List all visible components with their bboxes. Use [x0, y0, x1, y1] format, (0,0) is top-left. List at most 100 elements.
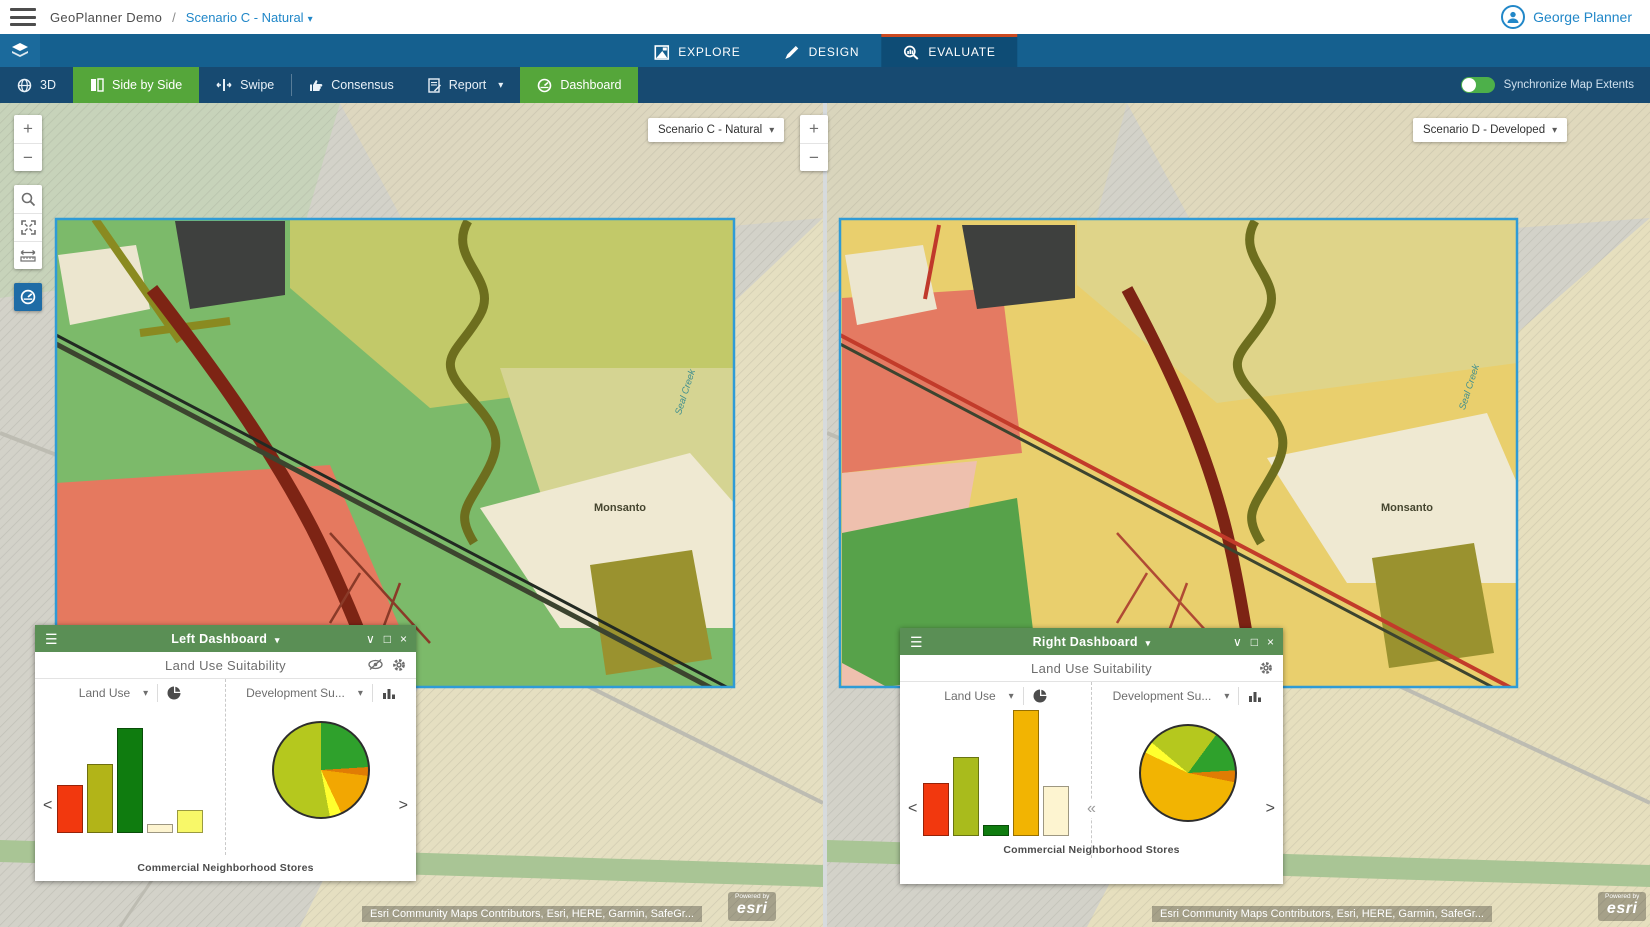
left-map-tools: + − [14, 115, 42, 311]
bar-chart-icon[interactable] [382, 687, 396, 700]
zoom-out-button[interactable]: − [14, 143, 42, 171]
tab-evaluate[interactable]: EVALUATE [881, 34, 1017, 67]
bar-segment-2 [117, 728, 143, 833]
maximize-icon[interactable]: □ [384, 633, 391, 645]
explore-icon [654, 45, 669, 60]
chevron-down-icon: ▾ [769, 125, 774, 136]
widget-selector[interactable]: Land Use [944, 689, 995, 703]
right-map-tools: + − [800, 115, 828, 185]
panel-menu-icon[interactable]: ☰ [45, 632, 58, 646]
zoom-in-button[interactable]: + [14, 115, 42, 143]
close-icon[interactable]: × [1267, 636, 1274, 648]
left-esri-logo: Powered byesri [728, 892, 776, 921]
pie-chart-icon[interactable] [167, 686, 181, 700]
person-icon [1506, 10, 1520, 24]
chevron-down-icon[interactable]: ▾ [143, 688, 148, 699]
widget-title-row: Land Use Suitability [900, 655, 1283, 682]
page-right-arrow[interactable]: > [399, 797, 408, 815]
chevron-down-icon[interactable]: ▾ [1009, 691, 1014, 702]
report-icon [428, 78, 441, 93]
dashboard-button[interactable]: Dashboard [520, 67, 638, 103]
app-title: GeoPlanner Demo [50, 10, 162, 25]
swipe-button[interactable]: Swipe [199, 67, 291, 103]
page-right-arrow[interactable]: > [1266, 800, 1275, 818]
extent-arrows-icon [21, 220, 36, 235]
collapse-icon[interactable]: ∨ [366, 633, 375, 645]
right-map-attribution: Esri Community Maps Contributors, Esri, … [1152, 906, 1492, 922]
page-left-arrow[interactable]: < [43, 797, 52, 815]
bar-segment-0 [923, 783, 949, 836]
3d-button[interactable]: 3D [0, 67, 73, 103]
gauge-icon [20, 289, 36, 305]
maximize-icon[interactable]: □ [1251, 636, 1258, 648]
widget-selector[interactable]: Development Su... [1113, 689, 1212, 703]
bar-chart-icon[interactable] [1248, 690, 1262, 703]
measure-button[interactable] [14, 241, 42, 269]
measure-icon [20, 249, 36, 262]
search-button[interactable] [14, 185, 42, 213]
chevron-down-icon: ▾ [1146, 638, 1151, 648]
right-esri-logo: Powered byesri [1598, 892, 1646, 921]
side-by-side-button[interactable]: Side by Side [73, 67, 199, 103]
bar-segment-4 [1043, 786, 1069, 836]
side-by-side-icon [90, 78, 104, 92]
bar-segment-3 [147, 824, 173, 833]
widget-title: Land Use Suitability [35, 658, 416, 673]
widget-selector[interactable]: Land Use [79, 686, 130, 700]
menu-icon[interactable] [10, 8, 36, 26]
zoom-in-button[interactable]: + [800, 115, 828, 143]
panel-menu-icon[interactable]: ☰ [910, 635, 923, 649]
chart-caption: Commercial Neighborhood Stores [900, 844, 1283, 856]
consensus-button[interactable]: Consensus [292, 67, 411, 103]
evaluate-magnifier-icon [903, 45, 919, 60]
close-icon[interactable]: × [400, 633, 407, 645]
gauge-icon [537, 78, 552, 93]
chevron-down-icon[interactable]: ▾ [1224, 691, 1229, 702]
chevron-down-icon: ▾ [1552, 125, 1557, 136]
chevron-down-icon: ▾ [275, 635, 280, 645]
zoom-out-button[interactable]: − [800, 143, 828, 171]
page-left-arrow[interactable]: < [908, 800, 917, 818]
right-dashboard-header[interactable]: ☰ Right Dashboard ▾ ∨ □ × [900, 628, 1283, 655]
top-bar: GeoPlanner Demo / Scenario C - Natural▾ … [0, 0, 1650, 34]
widget-title: Land Use Suitability [900, 661, 1283, 676]
map-split-divider[interactable] [823, 103, 827, 927]
collapse-icon[interactable]: ∨ [1233, 636, 1242, 648]
right-scenario-selector[interactable]: Scenario D - Developed▾ [1413, 118, 1567, 142]
land-use-bar-widget: Land Use ▾ [35, 679, 225, 855]
full-extent-button[interactable] [14, 213, 42, 241]
visibility-icon[interactable] [368, 658, 383, 671]
pie-chart [272, 721, 370, 819]
synchronize-toggle[interactable] [1461, 77, 1495, 93]
gear-icon[interactable] [1259, 661, 1273, 675]
widget-selector[interactable]: Development Su... [246, 686, 345, 700]
report-button[interactable]: Report ▾ [411, 67, 521, 103]
left-dashboard-header[interactable]: ☰ Left Dashboard ▾ ∨ □ × [35, 625, 416, 652]
breadcrumb-separator: / [172, 10, 176, 25]
left-map-attribution: Esri Community Maps Contributors, Esri, … [362, 906, 702, 922]
gear-icon[interactable] [392, 658, 406, 672]
tab-explore[interactable]: EXPLORE [632, 34, 762, 67]
bar-segment-4 [177, 810, 203, 833]
pie-chart-icon[interactable] [1033, 689, 1047, 703]
dashboard-tool-button[interactable] [14, 283, 42, 311]
pen-icon [785, 45, 800, 60]
search-icon [21, 192, 36, 207]
user-name[interactable]: George Planner [1533, 9, 1632, 25]
left-scenario-selector[interactable]: Scenario C - Natural▾ [648, 118, 784, 142]
development-pie-widget: Development Su... ▾ [225, 679, 416, 855]
bar-segment-1 [953, 757, 979, 836]
breadcrumb-scenario-dropdown[interactable]: Scenario C - Natural▾ [186, 10, 313, 25]
layers-button[interactable] [0, 34, 40, 67]
globe-icon [17, 78, 32, 93]
chevron-down-icon[interactable]: ▾ [358, 688, 363, 699]
left-dashboard-panel: ☰ Left Dashboard ▾ ∨ □ × Land Use Suitab… [35, 625, 416, 881]
user-avatar[interactable] [1501, 5, 1525, 29]
land-use-bar-widget: Land Use ▾ [900, 682, 1091, 858]
geoplanner-app: GeoPlanner Demo / Scenario C - Natural▾ … [0, 0, 1650, 927]
collapse-column-arrow[interactable]: « [1087, 800, 1096, 818]
left-dashboard-content: < > Land Use ▾ D [35, 679, 416, 855]
mode-tabs: EXPLORE DESIGN EVALUATE [632, 34, 1017, 67]
chevron-down-icon: ▾ [308, 14, 313, 25]
tab-design[interactable]: DESIGN [763, 34, 882, 67]
